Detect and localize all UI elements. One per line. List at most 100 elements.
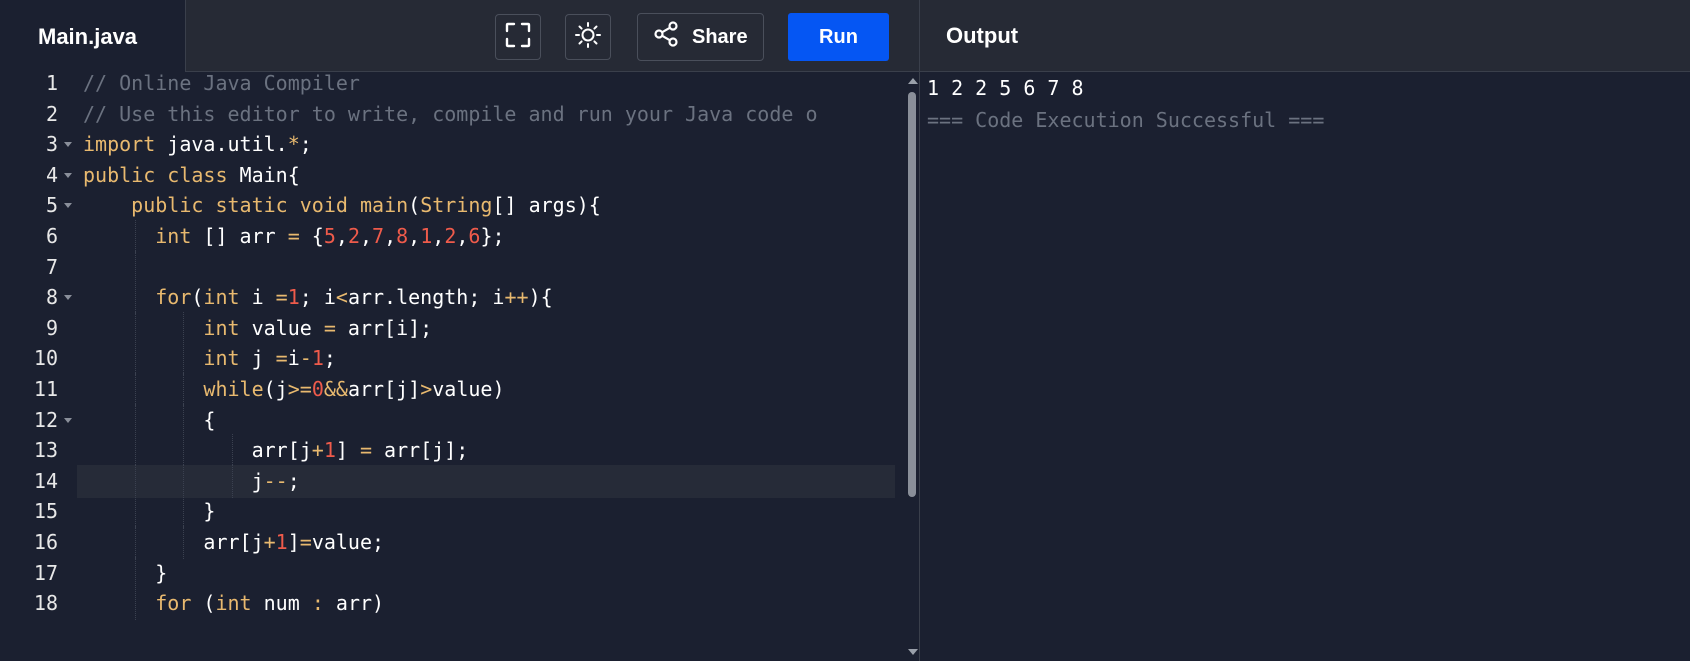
code-token: 5 <box>323 224 336 248</box>
fold-arrow-icon[interactable] <box>64 417 72 423</box>
code-token: 2 <box>444 224 457 248</box>
code-token: arr[j]; <box>372 438 469 463</box>
code-line[interactable]: 14 j--; <box>0 464 900 498</box>
code-text: // Use this editor to write, compile and… <box>83 98 818 131</box>
code-text: // Online Java Compiler <box>83 72 360 100</box>
output-panel[interactable]: 1 2 2 5 6 7 8 === Code Execution Success… <box>920 72 1690 661</box>
code-token: java.util. <box>155 132 288 157</box>
file-tab-main-java[interactable]: Main.java <box>0 0 186 73</box>
code-token: 1 <box>311 346 324 371</box>
code-token: j <box>239 346 276 371</box>
code-token: }; <box>480 224 505 248</box>
code-text: while(j>=0&&arr[j]>value) <box>83 373 505 406</box>
line-number: 16 <box>33 530 58 554</box>
code-text <box>83 251 155 284</box>
code-token: value <box>239 315 324 340</box>
code-token: int <box>203 285 240 310</box>
code-line[interactable]: 8 for(int i =1; i<arr.length; i++){ <box>0 281 900 315</box>
code-token: int <box>203 315 240 340</box>
code-text: j--; <box>83 465 300 498</box>
code-line[interactable]: 2 // Use this editor to write, compile an… <box>0 98 900 131</box>
code-token: 6 <box>468 224 481 248</box>
fold-arrow-icon[interactable] <box>64 203 72 209</box>
code-token: [] args){ <box>492 193 601 218</box>
code-token: void <box>299 193 348 218</box>
code-line[interactable]: 17 } <box>0 556 900 590</box>
code-token: (j <box>263 377 288 401</box>
run-button[interactable]: Run <box>788 13 889 61</box>
code-token: for <box>155 285 192 310</box>
code-line[interactable]: 11 while(j>=0&&arr[j]>value) <box>0 373 900 406</box>
code-token: ){ <box>528 285 553 310</box>
line-number: 3 <box>45 132 58 157</box>
code-token: < <box>335 285 348 310</box>
code-token: = <box>275 285 288 310</box>
code-line[interactable]: 16 arr[j+1]=value; <box>0 526 900 559</box>
code-line[interactable]: 10 int j =i-1; <box>0 342 900 376</box>
line-number: 8 <box>45 285 58 310</box>
code-token: import <box>83 132 156 157</box>
code-token: , <box>456 224 469 248</box>
code-token: + <box>311 438 324 463</box>
line-number: 9 <box>45 315 58 340</box>
code-token: = <box>275 346 288 371</box>
scroll-thumb[interactable] <box>908 92 916 497</box>
code-token: , <box>384 224 397 248</box>
code-line[interactable]: 5 public static void main(String[] args)… <box>0 189 900 222</box>
code-line[interactable]: 1 // Online Java Compiler <box>0 72 900 100</box>
code-token: value) <box>432 377 505 401</box>
code-line[interactable]: 13 arr[j+1] = arr[j]; <box>0 434 900 468</box>
code-token: Main{ <box>227 162 300 187</box>
fullscreen-button[interactable] <box>495 14 541 60</box>
code-text: } <box>83 557 167 590</box>
share-button[interactable]: Share <box>637 13 764 61</box>
code-line[interactable]: 4 public class Main{ <box>0 159 900 192</box>
fullscreen-icon <box>505 22 531 53</box>
code-token: = <box>359 438 373 463</box>
code-line[interactable]: 15 } <box>0 495 900 529</box>
code-line[interactable]: 9 int value = arr[i]; <box>0 311 900 345</box>
code-text: arr[j+1]=value; <box>83 526 384 559</box>
code-line[interactable]: 12 { <box>0 403 900 437</box>
line-number: 7 <box>45 254 58 279</box>
code-token: , <box>335 224 348 248</box>
code-token: ( <box>191 285 204 310</box>
code-text: for(int i =1; i<arr.length; i++){ <box>83 281 553 314</box>
fold-arrow-icon[interactable] <box>64 142 72 148</box>
scroll-down-icon[interactable] <box>908 649 918 655</box>
code-token: = <box>323 315 336 340</box>
code-token: ; i <box>299 285 336 310</box>
line-number: 14 <box>33 468 58 493</box>
code-token: ( <box>191 591 216 616</box>
code-editor[interactable]: 1 // Online Java Compiler 2 // Use this edi… <box>0 72 919 661</box>
code-token: arr[i]; <box>335 315 433 340</box>
code-line[interactable]: 3 import java.util.*; <box>0 128 900 161</box>
code-token: static <box>215 193 288 218</box>
code-token: int <box>203 346 240 371</box>
code-token: arr.length; i <box>347 285 505 310</box>
code-token: for <box>155 591 192 616</box>
code-line[interactable]: 6 int [] arr = {5,2,7,8,1,2,6}; <box>0 220 900 253</box>
line-number: 13 <box>33 438 58 463</box>
line-number: 10 <box>33 346 58 371</box>
line-number: 5 <box>45 193 58 218</box>
code-line[interactable]: 7 <box>0 250 900 284</box>
code-token: i <box>287 346 300 371</box>
code-token: class <box>167 162 228 187</box>
code-token: arr[j <box>83 438 312 463</box>
editor-scrollbar[interactable] <box>905 72 919 661</box>
code-token: > <box>420 377 433 401</box>
fold-arrow-icon[interactable] <box>64 295 72 301</box>
code-token: // Use this editor to write, compile and… <box>83 101 818 126</box>
fold-arrow-icon[interactable] <box>64 172 72 178</box>
code-line[interactable]: 18 for (int num : arr) <box>0 587 900 621</box>
scroll-up-icon[interactable] <box>908 78 918 84</box>
theme-toggle-button[interactable] <box>565 14 611 60</box>
file-tab-label: Main.java <box>38 23 138 49</box>
